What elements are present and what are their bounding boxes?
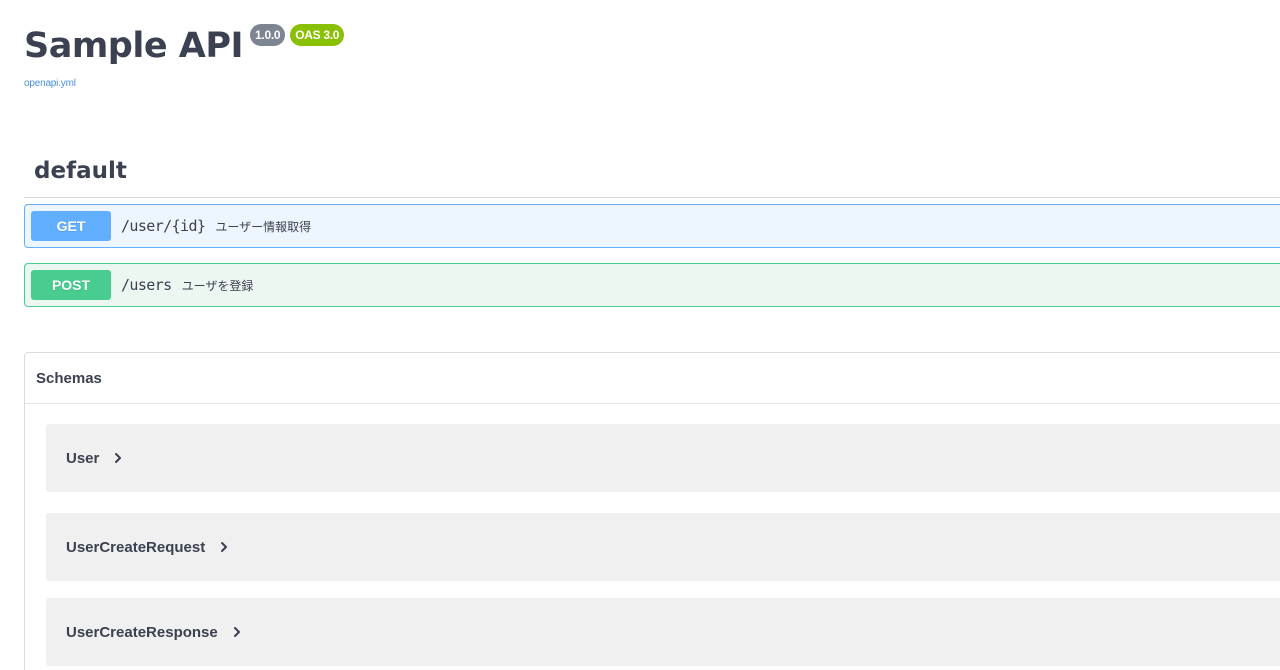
schema-item-user-create-request[interactable]: UserCreateRequest [46,513,1280,581]
schemas-title: Schemas [36,369,102,387]
tag-name: default [34,158,127,184]
swagger-ui-page: Sample API 1.0.0 OAS 3.0 openapi.yml def… [0,0,1280,670]
opblock-get-user[interactable]: GET /user/{id} ユーザー情報取得 [24,204,1280,248]
operation-path: /users [121,276,172,294]
api-info-header: Sample API 1.0.0 OAS 3.0 [24,20,345,72]
schema-name: UserCreateResponse [66,623,218,641]
schema-name: User [66,449,100,467]
version-badge: 1.0.0 [250,24,286,46]
oas-badge: OAS 3.0 [290,24,345,46]
operation-summary: ユーザを登録 [181,278,254,293]
schema-item-user-create-response[interactable]: UserCreateResponse [46,598,1280,666]
spec-file-link[interactable]: openapi.yml [24,78,76,89]
schemas-section: Schemas User UserCreateRequest UserCreat… [24,352,1280,670]
chevron-right-icon [221,542,228,552]
chevron-right-icon [115,453,122,463]
method-badge-get: GET [31,211,111,241]
operation-summary: ユーザー情報取得 [215,219,312,234]
schemas-header[interactable]: Schemas [25,353,1280,404]
chevron-right-icon [233,627,240,637]
method-badge-post: POST [31,270,111,300]
api-title: Sample API [24,26,244,66]
schema-name: UserCreateRequest [66,538,206,556]
schema-item-user[interactable]: User [46,424,1280,492]
opblock-post-users[interactable]: POST /users ユーザを登録 [24,263,1280,307]
operation-path: /user/{id} [121,217,206,235]
tag-section-header[interactable]: default [24,146,1280,198]
